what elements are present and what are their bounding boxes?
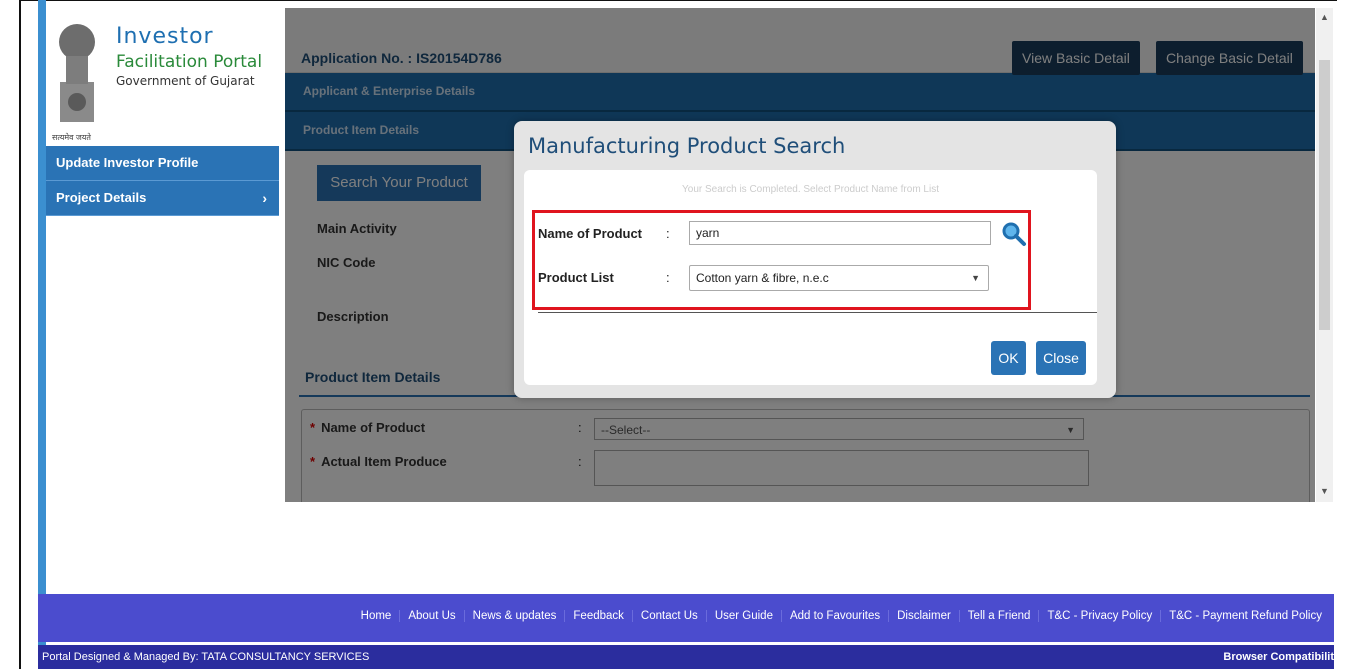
designed-by-text: Portal Designed & Managed By: TATA CONSU… (42, 651, 370, 663)
footer-navigation: Home About Us News & updates Feedback Co… (38, 594, 1334, 642)
footer-link-favourites[interactable]: Add to Favourites (780, 610, 888, 622)
sidebar-item-label: Project Details (56, 190, 147, 205)
modal-body: Your Search is Completed. Select Product… (524, 170, 1097, 385)
footer-link-feedback[interactable]: Feedback (564, 610, 632, 622)
logo-government: Government of Gujarat (116, 74, 255, 88)
ok-button[interactable]: OK (991, 341, 1026, 375)
state-emblem-icon (59, 24, 95, 122)
footer-links: Home About Us News & updates Feedback Co… (353, 610, 1330, 622)
modal-title: Manufacturing Product Search (528, 134, 846, 158)
sidebar-item-project-details[interactable]: Project Details › (46, 181, 279, 216)
chevron-right-icon: › (262, 190, 267, 206)
logo-subtitle: Facilitation Portal (116, 52, 263, 72)
footer-link-tell-friend[interactable]: Tell a Friend (958, 610, 1039, 622)
footer-bottom-bar: Portal Designed & Managed By: TATA CONSU… (38, 645, 1334, 669)
logo-motto: सत्यमेव जयते (52, 133, 91, 142)
left-accent-bar (38, 0, 46, 669)
scroll-thumb[interactable] (1319, 60, 1330, 330)
footer-link-news[interactable]: News & updates (463, 610, 565, 622)
sidebar-item-update-profile[interactable]: Update Investor Profile (46, 146, 279, 181)
sidebar: Investor Facilitation Portal Government … (46, 8, 279, 216)
close-button[interactable]: Close (1036, 341, 1086, 375)
footer-link-privacy[interactable]: T&C - Privacy Policy (1038, 610, 1160, 622)
modal-divider (538, 312, 1097, 313)
product-search-modal: Manufacturing Product Search Your Search… (514, 121, 1116, 398)
footer-link-about[interactable]: About Us (399, 610, 463, 622)
logo-title: Investor (116, 24, 214, 49)
vertical-scrollbar[interactable]: ▲ ▼ (1316, 8, 1333, 502)
footer-link-contact[interactable]: Contact Us (631, 610, 706, 622)
search-info-text: Your Search is Completed. Select Product… (682, 184, 939, 195)
portal-logo[interactable]: Investor Facilitation Portal Government … (46, 8, 279, 146)
sidebar-item-label: Update Investor Profile (56, 155, 199, 170)
footer-link-home[interactable]: Home (353, 610, 400, 622)
footer-link-refund[interactable]: T&C - Payment Refund Policy (1160, 610, 1330, 622)
browser-compatibility-link[interactable]: Browser Compatibilit (1223, 645, 1334, 669)
footer-link-disclaimer[interactable]: Disclaimer (888, 610, 959, 622)
highlight-box (532, 210, 1031, 310)
scroll-up-icon[interactable]: ▲ (1320, 12, 1329, 22)
footer-link-user-guide[interactable]: User Guide (705, 610, 781, 622)
scroll-down-icon[interactable]: ▼ (1320, 486, 1329, 496)
